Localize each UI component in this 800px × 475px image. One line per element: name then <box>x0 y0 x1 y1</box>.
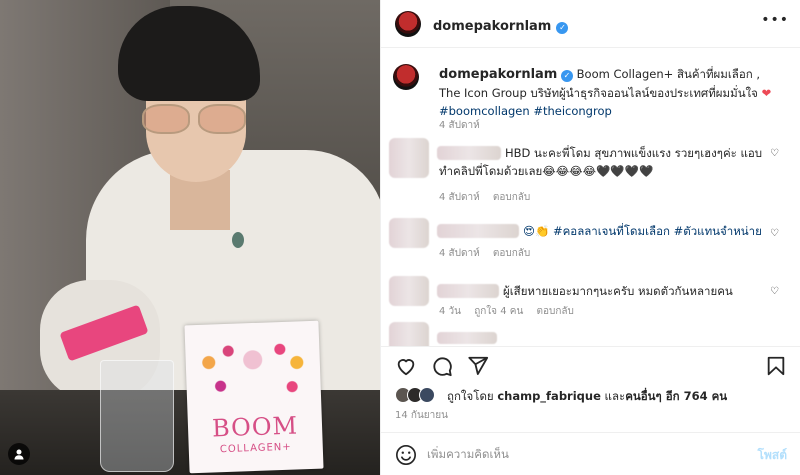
comment-like-heart-icon[interactable]: ♡ <box>770 228 779 239</box>
likes-middle: และ <box>604 389 626 403</box>
liker-username[interactable]: champ_fabrique <box>497 389 601 403</box>
avatar[interactable] <box>395 11 421 37</box>
blurred-avatar <box>389 218 429 248</box>
caption-time: 4 สัปดาห์ <box>439 120 480 131</box>
blurred-avatar <box>389 322 429 346</box>
photo-product-box: BOOM COLLAGEN+ <box>184 320 324 474</box>
person-tag-icon[interactable] <box>8 443 30 465</box>
photo-sunglasses <box>142 104 250 138</box>
ellipsis-icon[interactable]: ••• <box>761 12 789 28</box>
photo-water-glass <box>100 360 174 472</box>
box-brand: BOOM <box>211 411 299 443</box>
instagram-post: BOOM COLLAGEN+ domepakornlam ✓ ••• domep… <box>0 0 800 475</box>
comment-time: 4 สัปดาห์ <box>439 192 480 203</box>
likes-text: ถูกใจโดย champ_fabrique และคนอื่นๆ อีก 7… <box>447 388 727 406</box>
photo-hair <box>118 6 260 101</box>
comment-meta: 4 สัปดาห์ ตอบกลับ <box>439 246 540 261</box>
caption-text: domepakornlam ✓ Boom Collagen+ สินค้าที่… <box>439 65 784 120</box>
red-heart-emoji: ❤ <box>761 86 772 100</box>
comments-list[interactable]: domepakornlam ✓ Boom Collagen+ สินค้าที่… <box>381 48 800 346</box>
box-subtitle: COLLAGEN+ <box>219 441 292 456</box>
avatar <box>419 387 435 403</box>
speech-bubble-icon[interactable] <box>431 355 453 377</box>
comment-input[interactable] <box>427 443 727 465</box>
comment-text: 😍👏 #คอลลาเจนที่โดมเลือก #ตัวแทนจำหน่าย <box>523 222 783 240</box>
comment-text: HBD นะคะพี่โดม สุขภาพแข็งแรง รวยๆเฮงๆค่ะ… <box>439 144 769 180</box>
post-side-pane: domepakornlam ✓ ••• domepakornlam ✓ Boom… <box>380 0 800 475</box>
reply-button[interactable]: ตอบกลับ <box>493 248 530 259</box>
comment-body: 😍👏 #คอลลาเจนที่โดมเลือก #ตัวแทนจำหน่าย <box>523 224 762 238</box>
avatar[interactable] <box>393 64 419 90</box>
box-fruit-graphic <box>197 341 310 405</box>
comment-likes-count[interactable]: ถูกใจ 4 คน <box>474 306 523 317</box>
smiley-icon[interactable] <box>395 444 417 466</box>
comment-like-heart-icon[interactable]: ♡ <box>770 286 779 297</box>
reply-button[interactable]: ตอบกลับ <box>536 306 573 317</box>
bookmark-icon[interactable] <box>765 355 787 377</box>
blurred-avatar <box>389 138 429 178</box>
comment-meta: 4 วัน ถูกใจ 4 คน ตอบกลับ <box>439 304 584 319</box>
blurred-username <box>437 284 499 298</box>
heart-outline-icon[interactable] <box>395 355 417 377</box>
post-comment-button[interactable]: โพสต์ <box>758 446 787 465</box>
verified-badge-icon: ✓ <box>556 22 569 34</box>
verified-badge-icon: ✓ <box>561 70 574 82</box>
blurred-avatar <box>389 276 429 306</box>
paper-plane-icon[interactable] <box>467 355 489 377</box>
header-username[interactable]: domepakornlam <box>433 19 551 34</box>
comment-body: HBD นะคะพี่โดม สุขภาพแข็งแรง รวยๆเฮงๆค่ะ… <box>439 146 763 178</box>
caption-hashtags[interactable]: #boomcollagen #theicongrop <box>439 104 612 118</box>
comment-text: ผู้เสียหายเยอะมากๆนะครับ หมดตัวกันหลายคน <box>503 282 783 300</box>
post-date: 14 กันยายน <box>395 410 448 421</box>
comment-like-heart-icon[interactable]: ♡ <box>770 148 779 159</box>
blurred-username <box>437 224 519 238</box>
caption-username[interactable]: domepakornlam <box>439 67 557 82</box>
comment-body: ผู้เสียหายเยอะมากๆนะครับ หมดตัวกันหลายคน <box>503 284 733 298</box>
action-bar <box>381 346 800 386</box>
photo-necklace <box>232 232 244 248</box>
reply-button[interactable]: ตอบกลับ <box>493 192 530 203</box>
comment-time: 4 วัน <box>439 306 461 317</box>
post-header: domepakornlam ✓ ••• <box>381 0 800 48</box>
comment-meta: 4 สัปดาห์ ตอบกลับ <box>439 190 540 205</box>
blurred-username <box>437 332 497 344</box>
post-photo[interactable]: BOOM COLLAGEN+ <box>0 0 380 475</box>
likes-prefix: ถูกใจโดย <box>447 389 494 403</box>
likes-others[interactable]: คนอื่นๆ อีก 764 คน <box>625 389 727 403</box>
comment-time: 4 สัปดาห์ <box>439 248 480 259</box>
liked-by-row: ถูกใจโดย champ_fabrique และคนอื่นๆ อีก 7… <box>395 385 795 409</box>
header-user: domepakornlam ✓ <box>433 15 569 34</box>
add-comment-bar: โพสต์ <box>381 432 800 475</box>
